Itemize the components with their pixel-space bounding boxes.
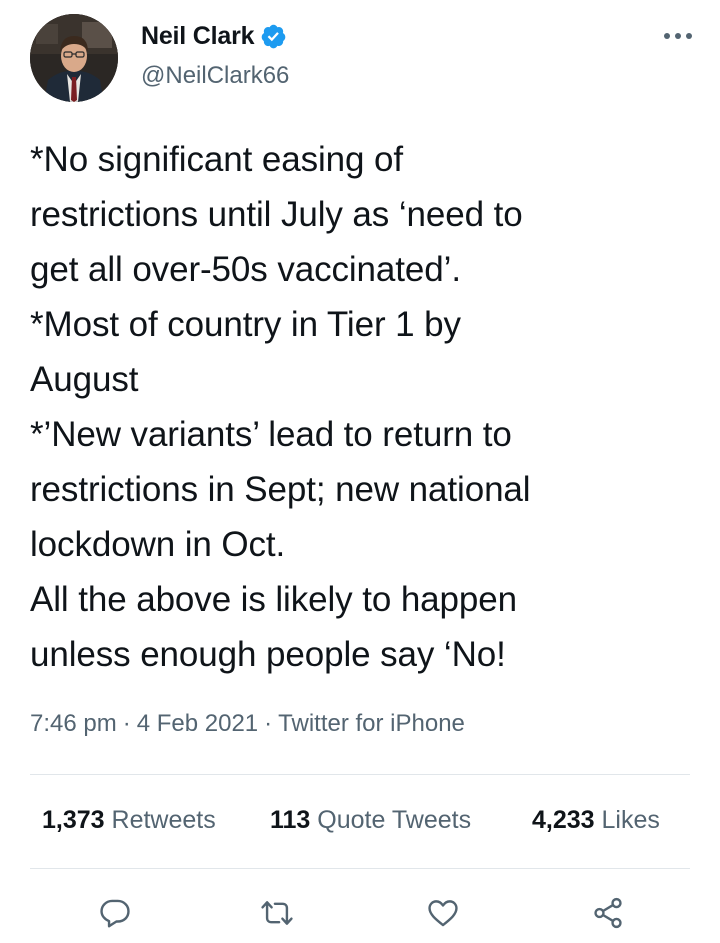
more-options-button[interactable] [658, 22, 698, 50]
tweet-text-line: *Most of country in Tier 1 by [30, 305, 461, 344]
divider [30, 774, 690, 775]
retweet-icon [261, 901, 293, 925]
retweets-count: 1,373 [42, 806, 105, 834]
reply-button[interactable] [92, 890, 138, 936]
action-bar [0, 890, 720, 936]
heart-icon [428, 900, 458, 927]
avatar-photo [30, 14, 118, 102]
retweets-label: Retweets [111, 806, 216, 834]
tweet-text-line: get all over-50s vaccinated’. [30, 250, 461, 289]
avatar[interactable] [30, 14, 118, 102]
tweet-text-line: August [30, 360, 139, 399]
display-name[interactable]: Neil Clark [141, 22, 255, 51]
user-handle[interactable]: @NeilClark66 [141, 62, 289, 90]
tweet-text-line: lockdown in Oct. [30, 525, 286, 564]
like-button[interactable] [420, 890, 466, 936]
more-dots-icon [664, 33, 692, 39]
name-row: Neil Clark [141, 22, 287, 51]
share-button[interactable] [585, 890, 631, 936]
likes-count: 4,233 [532, 806, 595, 834]
tweet-date[interactable]: 4 Feb 2021 [137, 710, 258, 737]
tweet-card: Neil Clark @NeilClark66 *No significant … [0, 0, 720, 943]
likes-label: Likes [601, 806, 660, 834]
divider [30, 868, 690, 869]
tweet-text-line: restrictions in Sept; new national [30, 470, 531, 509]
tweet-text-line: restrictions until July as ‘need to [30, 195, 523, 234]
quote-tweets-label: Quote Tweets [317, 806, 472, 834]
retweet-button[interactable] [254, 890, 300, 936]
tweet-text-line: All the above is likely to happen [30, 580, 518, 619]
meta-separator: · [122, 710, 131, 737]
tweet-text: *No significant easing of restrictions u… [30, 132, 700, 682]
reply-icon [100, 899, 130, 928]
tweet-text-line: unless enough people say ‘No! [30, 635, 506, 674]
quote-tweets-count: 113 [270, 806, 311, 834]
tweet-source[interactable]: Twitter for iPhone [278, 710, 465, 737]
share-icon [594, 897, 622, 929]
tweet-text-line: *No significant easing of [30, 140, 403, 179]
tweet-time[interactable]: 7:46 pm [30, 710, 117, 737]
quote-tweets-stat[interactable]: 113 Quote Tweets [270, 806, 471, 835]
retweets-stat[interactable]: 1,373 Retweets [42, 806, 216, 835]
verified-badge-icon [262, 24, 286, 49]
likes-stat[interactable]: 4,233 Likes [532, 806, 660, 835]
tweet-text-line: *’New variants’ lead to return to [30, 415, 512, 454]
tweet-meta: 7:46 pm · 4 Feb 2021 · Twitter for iPhone [30, 710, 465, 738]
meta-separator: · [264, 710, 273, 737]
